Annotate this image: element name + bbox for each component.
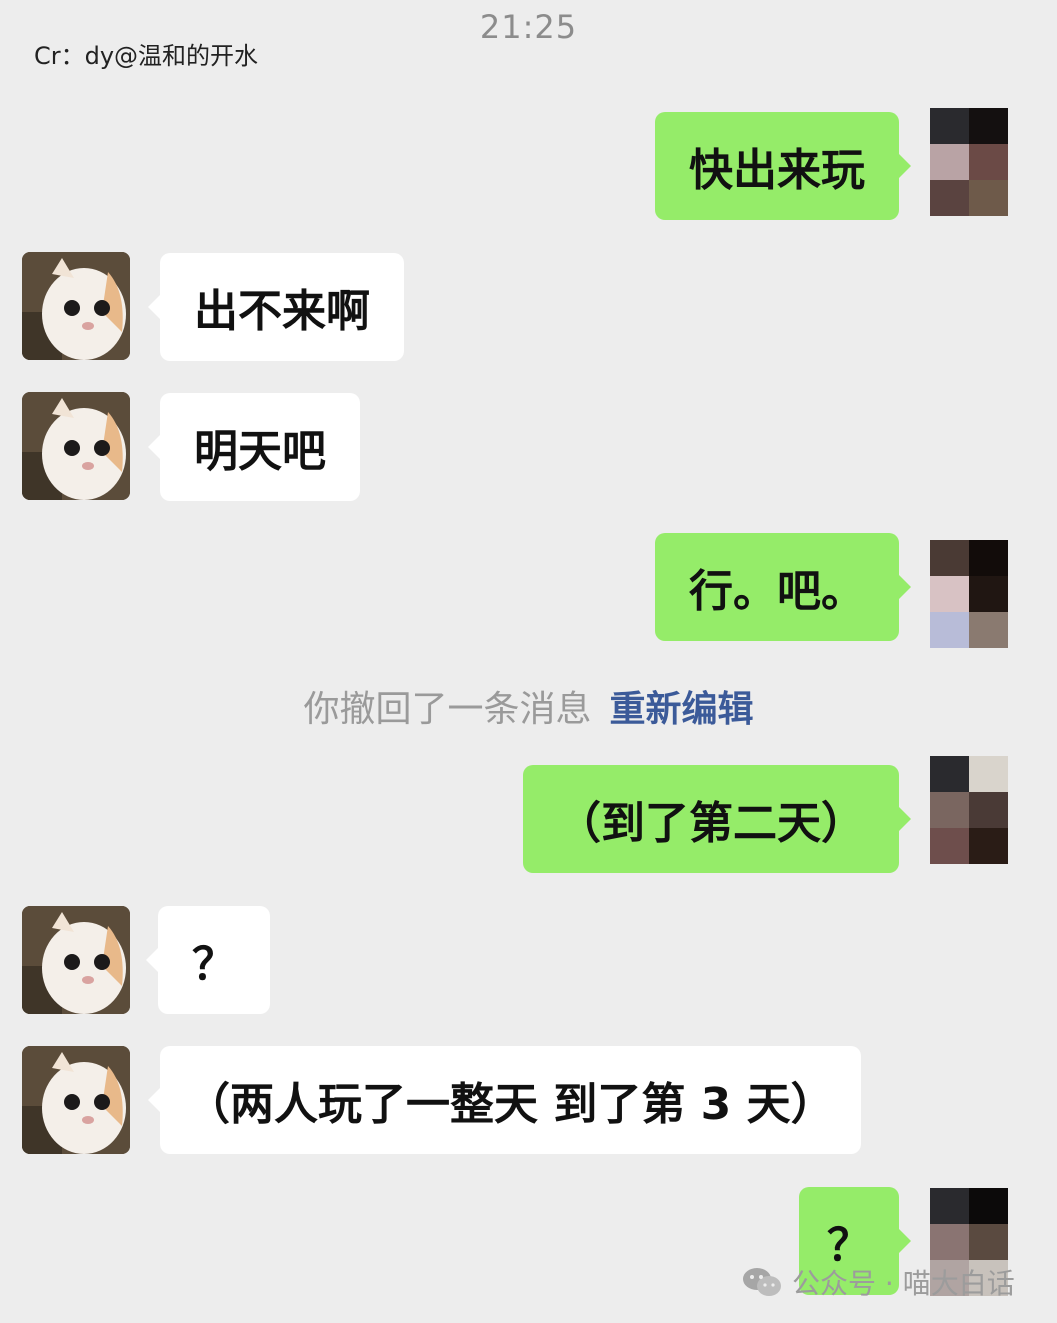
wechat-icon — [743, 1268, 781, 1296]
message-bubble-outgoing[interactable]: （到了第二天） — [523, 765, 911, 873]
contact-avatar-cat[interactable] — [22, 1046, 130, 1154]
recall-notice: 你撤回了一条消息 重新编辑 — [0, 680, 1057, 732]
contact-avatar-cat[interactable] — [22, 252, 130, 360]
timestamp: 21:25 — [479, 8, 578, 46]
message-bubble-incoming[interactable]: ？ — [146, 906, 270, 1014]
watermark: 公众号 · 喵大白话 — [742, 1262, 1015, 1302]
message-bubble-incoming[interactable]: （两人玩了一整天 到了第 3 天） — [148, 1046, 861, 1154]
message-bubble-outgoing[interactable]: 行。吧。 — [655, 533, 911, 641]
contact-avatar-cat[interactable] — [22, 906, 130, 1014]
self-avatar[interactable] — [930, 108, 1008, 216]
message-bubble-outgoing[interactable]: 快出来玩 — [655, 112, 911, 220]
watermark-text: 公众号 · 喵大白话 — [792, 1267, 1015, 1300]
self-avatar[interactable] — [930, 756, 1008, 864]
self-avatar[interactable] — [930, 540, 1008, 648]
recall-text: 你撤回了一条消息 — [303, 689, 592, 730]
re-edit-link[interactable]: 重新编辑 — [610, 689, 754, 730]
message-bubble-incoming[interactable]: 明天吧 — [148, 393, 360, 501]
contact-avatar-cat[interactable] — [22, 392, 130, 500]
message-bubble-incoming[interactable]: 出不来啊 — [148, 253, 404, 361]
